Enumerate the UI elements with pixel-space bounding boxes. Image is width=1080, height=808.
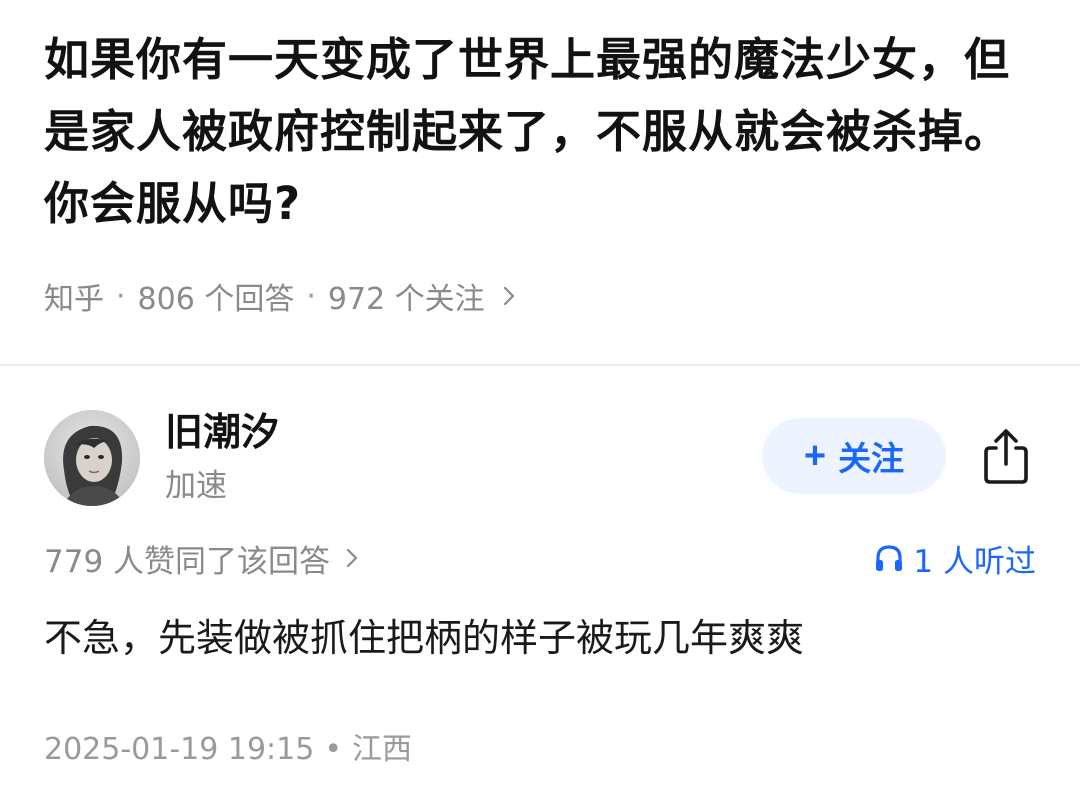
listen-count: 1 人听过 xyxy=(913,543,1036,580)
question-section: 如果你有一天变成了世界上最强的魔法少女，但是家人被政府控制起来了，不服从就会被杀… xyxy=(44,24,1044,240)
avatar-photo-icon xyxy=(44,410,140,506)
follower-count: 972 个关注 xyxy=(327,282,485,317)
footer-separator: • xyxy=(324,732,343,767)
share-icon xyxy=(984,429,1028,484)
meta-separator: · xyxy=(306,278,316,314)
question-title[interactable]: 如果你有一天变成了世界上最强的魔法少女，但是家人被政府控制起来了，不服从就会被杀… xyxy=(44,24,1044,240)
author-subtitle: 加速 xyxy=(165,468,227,504)
author-name[interactable]: 旧潮汐 xyxy=(165,408,279,456)
source-label: 知乎 xyxy=(44,282,104,317)
follow-label: 关注 xyxy=(838,440,905,477)
chevron-right-icon xyxy=(346,548,358,568)
listen-button[interactable]: 1 人听过 xyxy=(873,534,1036,582)
answer-footer: 2025-01-19 19:15 • 江西 xyxy=(44,728,412,772)
likes-count: 779 人赞同了该回答 xyxy=(44,543,331,580)
question-meta[interactable]: 知乎 · 806 个回答 · 972 个关注 xyxy=(44,274,517,318)
chevron-right-icon xyxy=(503,286,514,306)
follow-button[interactable]: + 关注 xyxy=(762,418,946,494)
answer-content[interactable]: 不急，先装做被抓住把柄的样子被玩几年爽爽 xyxy=(44,610,804,666)
likes-link[interactable]: 779 人赞同了该回答 xyxy=(44,534,360,582)
headphone-icon xyxy=(876,545,903,571)
avatar[interactable] xyxy=(44,410,140,506)
answer-count: 806 个回答 xyxy=(137,282,295,317)
answer-timestamp: 2025-01-19 19:15 xyxy=(44,732,315,767)
answer-location: 江西 xyxy=(352,732,413,767)
plus-icon: + xyxy=(803,434,827,477)
section-divider xyxy=(0,364,1080,366)
meta-separator: · xyxy=(116,278,126,314)
share-button[interactable] xyxy=(976,424,1036,488)
